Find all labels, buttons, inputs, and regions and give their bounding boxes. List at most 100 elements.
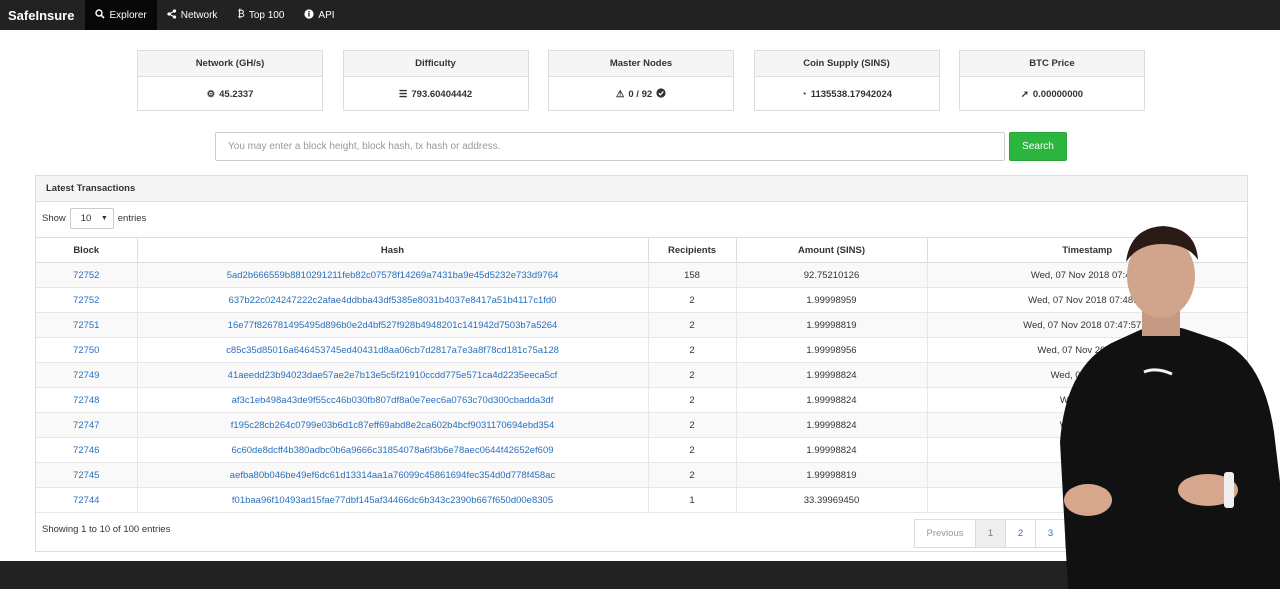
stat-title: Difficulty — [343, 51, 528, 77]
column-header-hash[interactable]: Hash — [137, 237, 649, 263]
amount-cell: 1.99998956 — [806, 344, 857, 356]
pie-chart-icon: ◔ — [800, 88, 807, 100]
nav-item-api[interactable]: API — [294, 0, 344, 30]
stat-value: 0 / 92 — [628, 88, 653, 100]
table-cell: 33.39969450 — [736, 487, 928, 513]
stat-value: 45.2337 — [219, 88, 254, 100]
amount-cell: 1.99998824 — [806, 419, 857, 431]
block-link[interactable]: 72749 — [73, 370, 99, 381]
page-size-control: Show 10 ▼ entries — [42, 208, 146, 229]
table-cell: 1.99998824 — [736, 437, 928, 463]
recipients-cell: 2 — [689, 444, 695, 456]
stat-difficulty: Difficulty ☰ 793.60404442 — [342, 50, 529, 111]
stat-title: BTC Price — [960, 51, 1144, 77]
pagination-page-2[interactable]: 2 — [1005, 519, 1036, 548]
table-cell: 1.99998956 — [736, 337, 928, 363]
recipients-cell: 2 — [689, 344, 695, 356]
table-info: Showing 1 to 10 of 100 entries — [42, 524, 171, 535]
table-cell: 72752 — [36, 262, 138, 288]
stat-value: 1135538.17942024 — [810, 88, 893, 100]
table-cell: 2 — [648, 312, 737, 338]
table-cell: 16e77f826781495495d896b0e2d4bf527f928b49… — [137, 312, 649, 338]
entries-label: entries — [117, 213, 147, 224]
table-cell: 1.99998819 — [736, 462, 928, 488]
rocket-icon: ➚ — [1020, 88, 1029, 100]
block-link[interactable]: 72751 — [73, 320, 99, 331]
hash-link[interactable]: 16e77f826781495495d896b0e2d4bf527f928b49… — [228, 320, 558, 331]
table-cell: 72746 — [36, 437, 138, 463]
hash-link[interactable]: 637b22c024247222c2afae4ddbba43df5385e803… — [229, 295, 557, 306]
amount-cell: 1.99998824 — [806, 444, 857, 456]
column-header-block[interactable]: Block — [36, 237, 138, 263]
table-cell: af3c1eb498a43de9f55cc46b030fb807df8a0e7e… — [137, 387, 649, 413]
nav-item-network[interactable]: Network — [157, 0, 228, 30]
table-cell: 41aeedd23b94023dae57ae2e7b13e5c5f21910cc… — [137, 362, 649, 388]
table-cell: 72747 — [36, 412, 138, 438]
amount-cell: 1.99998824 — [806, 394, 857, 406]
table-cell: 2 — [648, 387, 737, 413]
nav-item-label: Network — [180, 9, 218, 21]
block-link[interactable]: 72752 — [73, 270, 99, 281]
stat-value: 793.60404442 — [411, 88, 473, 100]
stat-network: Network (GH/s) ⚙ 45.2337 — [137, 50, 323, 111]
pagination-page-1[interactable]: 1 — [975, 519, 1006, 548]
hash-link[interactable]: aefba80b046be49ef6dc61d13314aa1a76099c45… — [230, 470, 555, 481]
block-link[interactable]: 72752 — [73, 295, 99, 306]
table-cell: 2 — [648, 412, 737, 438]
share-icon — [167, 8, 177, 22]
recipients-cell: 2 — [689, 469, 695, 481]
warning-icon: ⚠ — [615, 88, 625, 100]
hash-link[interactable]: f195c28cb264c0799e03b6d1c87eff69abd8e2ca… — [231, 420, 555, 431]
stat-master-nodes: Master Nodes ⚠ 0 / 92 — [548, 50, 734, 111]
block-link[interactable]: 72747 — [73, 420, 99, 431]
hash-link[interactable]: 5ad2b666559b8810291211feb82c07578f14269a… — [227, 270, 559, 281]
table-cell: 92.75210126 — [736, 262, 928, 288]
recipients-cell: 1 — [689, 494, 695, 506]
table-cell: 5ad2b666559b8810291211feb82c07578f14269a… — [137, 262, 649, 288]
stat-btc-price: BTC Price ➚ 0.00000000 — [959, 50, 1145, 111]
pagination-previous[interactable]: Previous — [914, 519, 976, 548]
nav-item-label: Top 100 — [248, 9, 285, 21]
stat-coin-supply: Coin Supply (SINS) ◔ 1135538.17942024 — [753, 50, 940, 111]
table-cell: 72750 — [36, 337, 138, 363]
hash-link[interactable]: f01baa96f10493ad15fae77dbf145af34466dc6b… — [232, 495, 553, 506]
stat-value: 0.00000000 — [1032, 88, 1084, 100]
amount-cell: 1.99998819 — [806, 319, 857, 331]
nav-item-explorer[interactable]: Explorer — [85, 0, 157, 30]
block-link[interactable]: 72744 — [73, 495, 99, 506]
table-cell: 2 — [648, 437, 737, 463]
hash-link[interactable]: 41aeedd23b94023dae57ae2e7b13e5c5f21910cc… — [228, 370, 558, 381]
nav-item-label: API — [318, 9, 335, 21]
table-cell: 1 — [648, 487, 737, 513]
brand-logo[interactable]: SafeInsure — [0, 0, 85, 30]
table-cell: 2 — [648, 337, 737, 363]
recipients-cell: 2 — [689, 319, 695, 331]
recipients-cell: 2 — [689, 394, 695, 406]
table-cell: 72744 — [36, 487, 138, 513]
check-circle-icon — [656, 87, 666, 101]
block-link[interactable]: 72745 — [73, 470, 99, 481]
search-bar: Search — [215, 132, 1067, 162]
table-cell: c85c35d85016a646453745ed40431d8aa06cb7d2… — [137, 337, 649, 363]
nav-item-top-100[interactable]: ₿ Top 100 — [227, 0, 294, 30]
search-button[interactable]: Search — [1009, 132, 1067, 161]
table-cell: 1.99998819 — [736, 312, 928, 338]
table-cell: f01baa96f10493ad15fae77dbf145af34466dc6b… — [137, 487, 649, 513]
info-icon — [304, 8, 315, 22]
table-cell: 2 — [648, 287, 737, 313]
column-header-amount[interactable]: Amount (SINS) — [736, 237, 928, 263]
search-input[interactable] — [215, 132, 1005, 161]
navbar: SafeInsure Explorer Network ₿ Top 100 AP… — [0, 0, 1280, 30]
table-cell: 1.99998959 — [736, 287, 928, 313]
block-link[interactable]: 72746 — [73, 445, 99, 456]
hash-link[interactable]: af3c1eb498a43de9f55cc46b030fb807df8a0e7e… — [232, 395, 554, 406]
amount-cell: 92.75210126 — [803, 269, 860, 281]
block-link[interactable]: 72748 — [73, 395, 99, 406]
hash-link[interactable]: c85c35d85016a646453745ed40431d8aa06cb7d2… — [226, 345, 559, 356]
table-cell: 72751 — [36, 312, 138, 338]
block-link[interactable]: 72750 — [73, 345, 99, 356]
page-size-select[interactable]: 10 ▼ — [69, 208, 114, 229]
column-header-recipients[interactable]: Recipients — [648, 237, 737, 263]
hash-link[interactable]: 6c60de8dcff4b380adbc0b6a9666c31854078a6f… — [231, 445, 553, 456]
table-cell: 1.99998824 — [736, 412, 928, 438]
